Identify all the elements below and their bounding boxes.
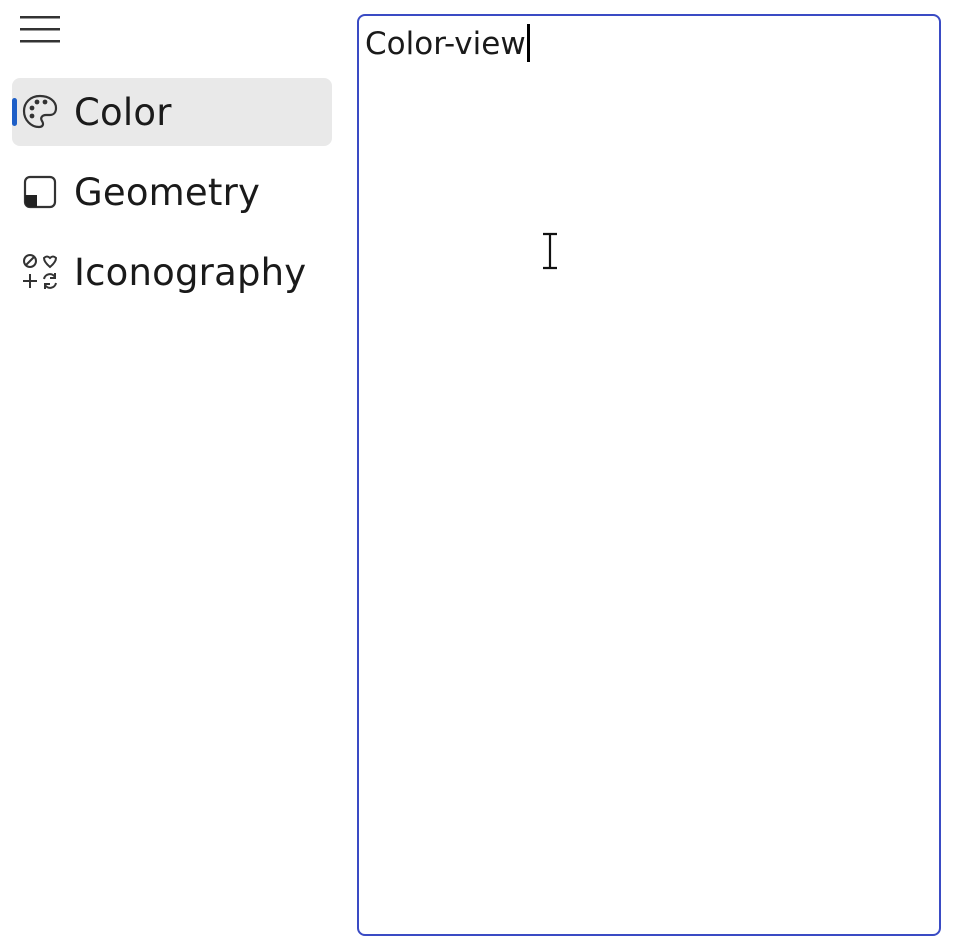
hamburger-icon (20, 16, 60, 43)
ibeam-cursor-icon (543, 232, 557, 270)
app-window: Color Geometry Iconography Color-view (0, 0, 956, 952)
symbols-icon (20, 252, 60, 292)
content-text-area[interactable]: Color-view (357, 14, 941, 936)
nav-item-geometry[interactable]: Geometry (12, 158, 332, 226)
nav-item-label: Geometry (74, 170, 261, 214)
nav-item-color[interactable]: Color (12, 78, 332, 146)
content-text-value: Color-view (365, 26, 526, 62)
nav-item-label: Color (74, 90, 172, 134)
navigation-pane: Color Geometry Iconography (12, 78, 332, 318)
hamburger-menu-button[interactable] (18, 12, 62, 48)
content-text: Color-view (365, 24, 530, 64)
nav-item-iconography[interactable]: Iconography (12, 238, 332, 306)
palette-icon (20, 92, 60, 132)
nav-item-label: Iconography (74, 250, 307, 294)
shape-square-icon (20, 172, 60, 212)
selection-indicator (12, 98, 17, 126)
text-caret (526, 24, 530, 62)
